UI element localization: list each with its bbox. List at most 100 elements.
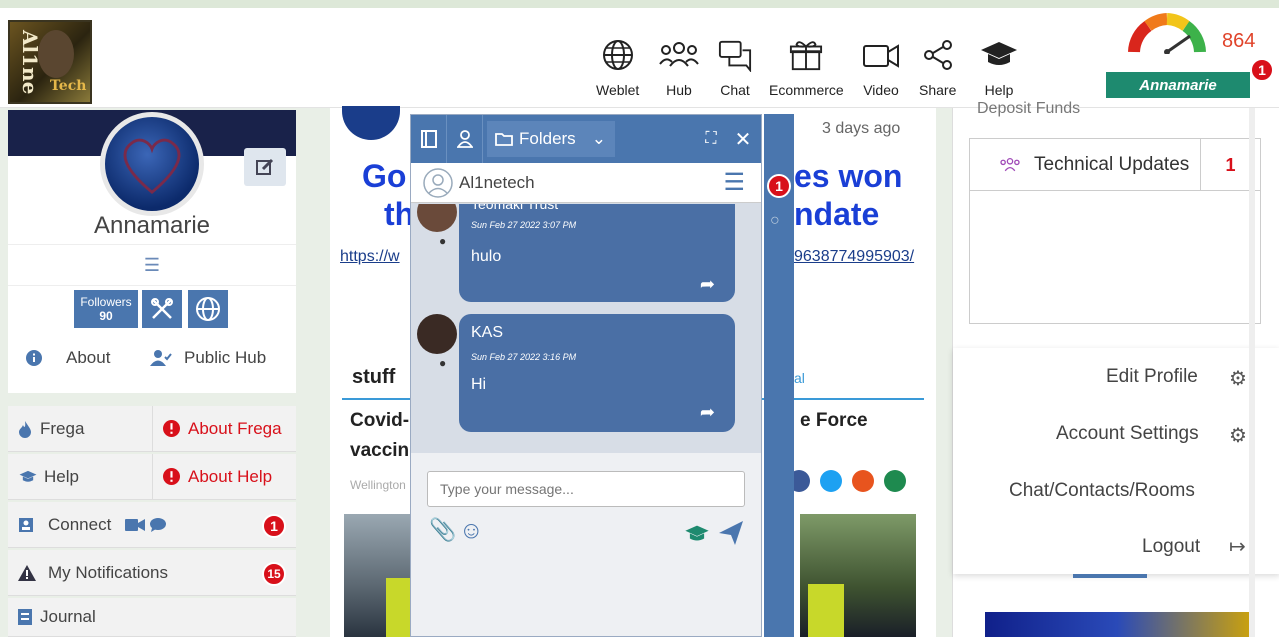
folders-label: Folders — [519, 129, 576, 148]
scrollbar[interactable] — [1249, 108, 1255, 637]
menu-label: Frega — [40, 418, 85, 438]
nav-label: Share — [919, 82, 957, 98]
chat-contact-name: Al1netech — [459, 172, 535, 192]
expand-icon[interactable]: ⛶ — [697, 130, 725, 148]
post-link[interactable]: 9638774995903/ — [794, 248, 914, 266]
video-icon — [863, 44, 899, 68]
nav-label: Chat — [720, 82, 750, 98]
post-headline[interactable]: Go — [362, 158, 406, 195]
edit-profile-image-button[interactable] — [244, 148, 286, 186]
emoji-icon[interactable]: ☺ — [459, 517, 484, 545]
score-gauge — [1128, 13, 1206, 54]
source-tab[interactable]: stuff — [352, 366, 395, 389]
alert-circle-icon — [163, 420, 180, 437]
tools-button[interactable] — [142, 290, 182, 328]
twitter-icon[interactable] — [820, 470, 842, 492]
about-link[interactable]: About — [26, 348, 110, 368]
technical-updates-label: Technical Updates — [1034, 153, 1190, 175]
article-image[interactable] — [800, 514, 916, 637]
menu-help[interactable]: Help — [8, 454, 152, 500]
nav-video[interactable]: Video — [861, 38, 901, 98]
sender-avatar — [417, 204, 457, 232]
graduation-cap-icon — [19, 470, 37, 482]
menu-label: Journal — [40, 607, 96, 626]
menu-notifications[interactable]: My Notifications — [8, 550, 296, 596]
profile-avatar[interactable] — [100, 112, 204, 216]
contacts-button[interactable] — [447, 115, 483, 163]
chat-contact-bar: Al1netech ☰ — [411, 163, 761, 203]
nav-share[interactable]: Share — [919, 38, 956, 98]
logout-item[interactable]: Logout — [1142, 536, 1200, 558]
forward-icon[interactable]: ➦ — [700, 402, 715, 423]
profile-list-icon[interactable]: ☰ — [8, 244, 296, 286]
globe-icon — [602, 40, 633, 70]
message-bubble: KAS Sun Feb 27 2022 3:16 PM Hi ➦ — [459, 314, 735, 432]
article-location: Wellington — [350, 478, 406, 492]
share-icon — [923, 40, 952, 70]
menu-frega[interactable]: Frega — [8, 406, 152, 452]
menu-label: Connect — [48, 514, 112, 534]
video-icon — [125, 518, 146, 531]
nav-weblet[interactable]: Weblet — [596, 38, 639, 98]
nav-ecommerce[interactable]: Ecommerce — [769, 38, 844, 98]
folders-dropdown[interactable]: Folders ⌄ — [487, 121, 615, 157]
article-title[interactable]: vaccin — [350, 440, 409, 462]
menu-about-frega[interactable]: About Frega — [152, 406, 296, 452]
post-link[interactable]: https://w — [340, 248, 400, 266]
graduation-cap-icon[interactable] — [681, 523, 713, 545]
deposit-link[interactable]: Deposit Funds — [977, 100, 1080, 118]
attachment-icon[interactable]: 📎 — [429, 517, 456, 543]
followers-button[interactable]: Followers 90 — [74, 290, 138, 328]
notes-button[interactable] — [411, 115, 447, 163]
nav-chat[interactable]: Chat — [718, 38, 752, 98]
chat-toolbar: Folders ⌄ ⛶ ✕ — [411, 115, 761, 163]
menu-journal[interactable]: Journal — [8, 598, 296, 637]
user-badge[interactable]: Annamarie — [1106, 72, 1250, 98]
nav-hub[interactable]: Hub — [658, 38, 700, 98]
message-text: Hi — [471, 376, 487, 393]
nav-help[interactable]: Help — [979, 38, 1019, 98]
source-tab-right[interactable]: al — [794, 370, 805, 386]
notification-badge[interactable]: 1 — [1250, 58, 1274, 82]
connect-badge: 1 — [262, 514, 286, 538]
alert-circle-icon — [163, 468, 180, 485]
sender-avatar — [417, 314, 457, 354]
public-hub-link[interactable]: Public Hub — [150, 348, 266, 368]
chat-bubble-icon[interactable]: ○ — [770, 212, 780, 230]
article-title[interactable]: e Force — [800, 410, 868, 432]
post-headline[interactable]: ndate — [794, 196, 879, 233]
article-title[interactable]: Covid- — [350, 410, 409, 432]
app-logo[interactable]: Al1ne Tech — [8, 20, 92, 104]
menu-about-help[interactable]: About Help — [152, 454, 296, 500]
graduation-cap-icon — [981, 42, 1017, 65]
message-sender: Teomaki Trust — [471, 204, 559, 212]
journal-icon — [18, 609, 32, 625]
chat-contacts-rooms-item[interactable]: Chat/Contacts/Rooms — [1009, 480, 1195, 502]
menu-label: About Help — [188, 466, 273, 486]
account-settings-item[interactable]: Account Settings — [1056, 423, 1199, 445]
edit-profile-item[interactable]: Edit Profile — [1106, 366, 1198, 388]
tools-icon — [151, 298, 173, 319]
forward-icon[interactable]: ➦ — [700, 274, 715, 295]
chat-icon — [718, 40, 752, 72]
reddit-icon[interactable] — [852, 470, 874, 492]
globe-button[interactable] — [188, 290, 228, 328]
message-input[interactable] — [427, 471, 745, 507]
info-icon — [26, 350, 42, 366]
logout-icon: ↦ — [1229, 536, 1246, 558]
email-icon[interactable] — [884, 470, 906, 492]
message-time: Sun Feb 27 2022 3:07 PM — [471, 220, 577, 230]
user-icon — [456, 130, 473, 148]
close-icon[interactable]: ✕ — [725, 127, 761, 152]
nav-label: Weblet — [596, 82, 640, 98]
chat-window: Folders ⌄ ⛶ ✕ Al1netech ☰ ● Teomaki Trus… — [410, 114, 762, 637]
ad-image[interactable] — [985, 612, 1249, 637]
hamburger-menu-icon[interactable]: ☰ — [723, 168, 745, 197]
send-icon[interactable] — [717, 519, 745, 547]
user-check-icon — [150, 350, 172, 366]
article-image[interactable] — [344, 514, 416, 637]
nav-label: Ecommerce — [769, 82, 844, 98]
menu-connect[interactable]: Connect — [8, 502, 296, 548]
message-sender: KAS — [471, 324, 504, 341]
post-headline[interactable]: es won — [794, 158, 902, 195]
